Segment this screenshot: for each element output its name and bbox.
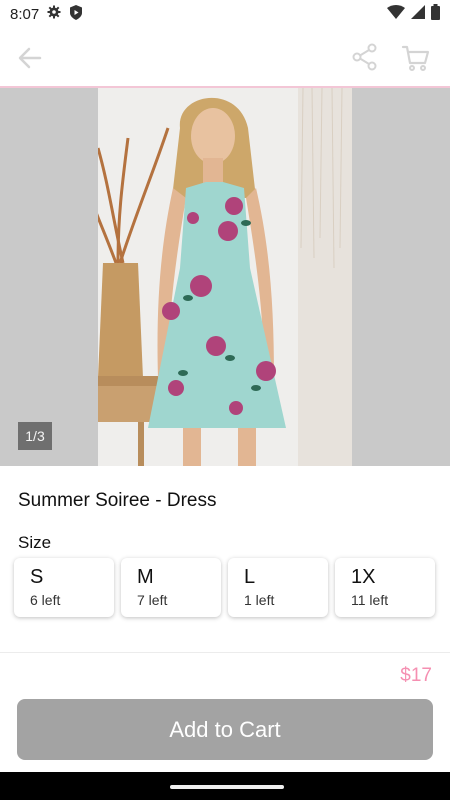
size-name: M [137,566,154,588]
size-option-1x[interactable]: 1X 11 left [335,558,435,617]
shield-icon [69,4,83,24]
divider [0,652,450,653]
product-title: Summer Soiree - Dress [18,490,217,511]
add-to-cart-button[interactable]: Add to Cart [17,699,433,760]
product-sheet: Summer Soiree - Dress Size S 6 left M 7 … [0,466,450,772]
product-price: $17 [400,665,432,686]
cart-icon[interactable] [400,42,432,74]
woman-in-floral-dress-photo [98,88,352,466]
size-option-m[interactable]: M 7 left [121,558,221,617]
product-image-gallery[interactable] [0,88,450,466]
system-nav-bar [0,772,450,800]
size-stock: 6 left [30,592,61,608]
size-option-s[interactable]: S 6 left [14,558,114,617]
settings-gear-icon [47,5,61,23]
battery-icon [431,4,440,24]
size-option-l[interactable]: L 1 left [228,558,328,617]
home-gesture-pill[interactable] [170,785,284,789]
size-name: 1X [351,566,376,588]
app-bar [0,28,450,88]
signal-icon [411,5,425,23]
back-arrow-icon[interactable] [14,42,46,74]
share-icon[interactable] [350,42,380,72]
size-options: S 6 left M 7 left L 1 left 1X 11 left [14,558,444,617]
size-label: Size [18,533,52,552]
image-counter: 1/3 [18,422,52,450]
size-name: S [30,566,44,588]
size-stock: 11 left [351,592,389,608]
size-stock: 7 left [137,592,168,608]
status-bar: 8:07 [0,0,450,28]
size-stock: 1 left [244,592,275,608]
wifi-icon [387,5,405,23]
size-name: L [244,566,256,588]
status-time: 8:07 [10,5,40,23]
